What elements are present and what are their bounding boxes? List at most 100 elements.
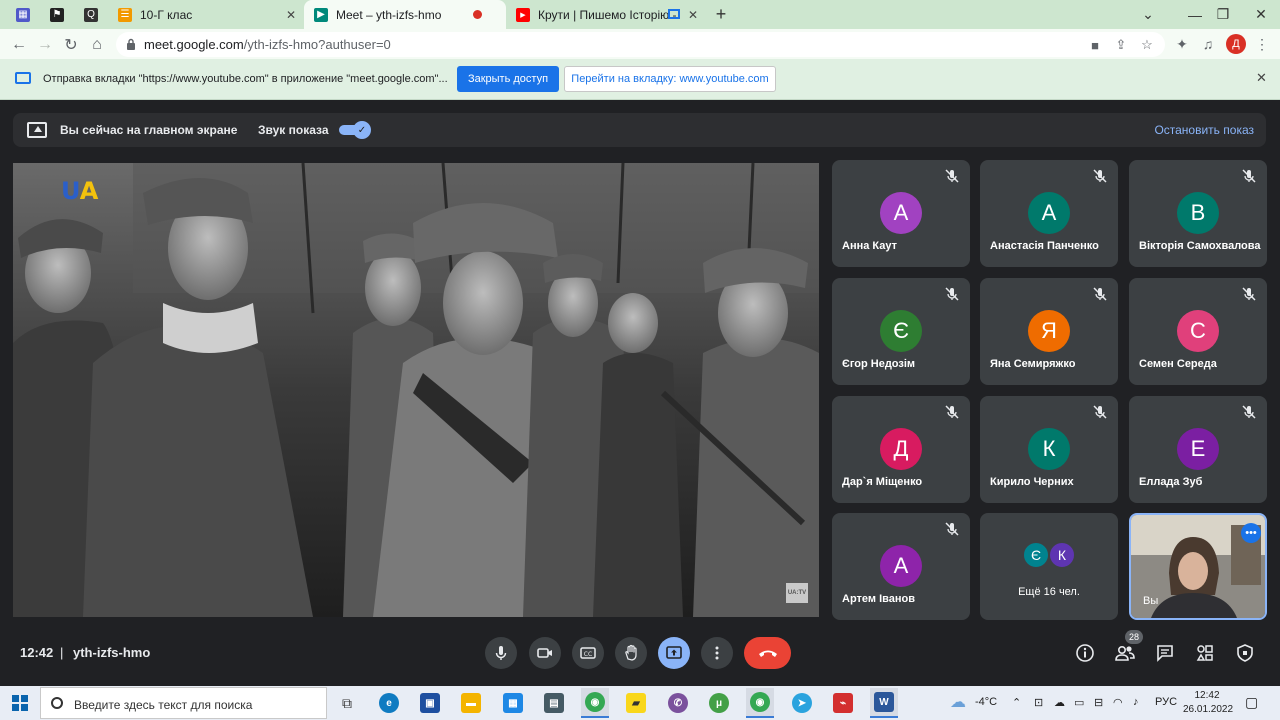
task-view-button[interactable]: ⧉: [333, 688, 361, 718]
leave-call-button[interactable]: [744, 637, 791, 669]
participant-name: Яна Семиряжко: [990, 358, 1076, 370]
tab-ms-teams[interactable]: ▦: [6, 0, 40, 29]
taskbar-file-explorer[interactable]: ▬: [457, 688, 485, 718]
avatar: С: [1177, 310, 1219, 352]
word-icon: W: [874, 692, 894, 712]
extensions-icon[interactable]: ✦: [1172, 34, 1192, 54]
participant-tile[interactable]: В Вікторія Самохвалова: [1129, 160, 1267, 267]
mic-off-icon: [1242, 287, 1256, 301]
taskbar-acrobat[interactable]: ⌁: [829, 688, 857, 718]
participant-tile[interactable]: Є Єгор Недозім: [832, 278, 970, 385]
switch-to-tab-button[interactable]: Перейти на вкладку: www.youtube.com: [564, 66, 776, 92]
participant-tile[interactable]: К Кирило Черних: [980, 396, 1118, 503]
taskbar-clock[interactable]: 12:42 26.01.2022: [1183, 689, 1233, 717]
bookmark-star-icon[interactable]: ☆: [1138, 36, 1156, 54]
participant-tile[interactable]: Я Яна Семиряжко: [980, 278, 1118, 385]
onedrive-icon[interactable]: ☁: [1054, 696, 1065, 709]
present-button[interactable]: [658, 637, 690, 669]
home-button[interactable]: ⌂: [86, 34, 108, 56]
profile-avatar[interactable]: Д: [1226, 34, 1246, 54]
weather-icon[interactable]: ☁: [950, 692, 966, 712]
mic-off-icon: [945, 287, 959, 301]
maximize-button[interactable]: ❐: [1203, 0, 1243, 29]
back-button[interactable]: ←: [8, 34, 30, 56]
tab-youtube[interactable]: ▶ Крути | Пишемо Історію - Y ✕: [506, 0, 706, 29]
present-screen-icon: [666, 646, 682, 659]
participant-tile[interactable]: Е Еллада Зуб: [1129, 396, 1267, 503]
taskbar-edge[interactable]: e: [375, 688, 403, 718]
check-icon: ✓: [353, 121, 371, 139]
uatv-watermark: UA:TV: [786, 583, 808, 603]
stop-presenting-link[interactable]: Остановить показ: [1154, 123, 1254, 137]
tab-flag[interactable]: ⚑: [40, 0, 74, 29]
more-options-button[interactable]: [701, 637, 733, 669]
tray-app2-icon[interactable]: ▭: [1074, 696, 1084, 709]
taskbar-torrent[interactable]: μ: [705, 688, 733, 718]
close-icon[interactable]: ✕: [688, 8, 698, 22]
taskbar-telegram[interactable]: ➤: [788, 688, 816, 718]
window-close-button[interactable]: ✕: [1241, 0, 1280, 29]
menu-kebab-icon[interactable]: ⋮: [1252, 34, 1272, 54]
network-icon[interactable]: ⊟: [1094, 696, 1103, 709]
chat-button[interactable]: [1153, 641, 1177, 665]
people-button[interactable]: [1113, 641, 1137, 665]
flag-icon: ⚑: [50, 7, 64, 22]
self-video-tile[interactable]: ••• Вы: [1129, 513, 1267, 620]
forward-button[interactable]: →: [34, 34, 56, 56]
taskbar-save-app[interactable]: ▣: [416, 688, 444, 718]
more-options-icon[interactable]: •••: [1241, 523, 1261, 543]
raise-hand-button[interactable]: [615, 637, 647, 669]
ua-channel-logo: UA: [61, 177, 98, 205]
participant-name: Анна Каут: [842, 240, 898, 252]
chrome-profile-icon: ◉: [750, 692, 770, 712]
close-icon[interactable]: ✕: [286, 8, 296, 22]
new-tab-button[interactable]: +: [701, 0, 741, 29]
keyboard-language[interactable]: РУС: [1155, 696, 1177, 708]
recording-dot-icon: [473, 10, 482, 19]
reload-button[interactable]: ↻: [60, 34, 82, 56]
tab-classroom[interactable]: ☰ 10-Г клас ✕: [108, 0, 304, 29]
taskbar-chrome[interactable]: ◉: [581, 688, 609, 718]
taskbar-viber[interactable]: ✆: [664, 688, 692, 718]
participant-tile[interactable]: С Семен Середа: [1129, 278, 1267, 385]
taskbar-search-box[interactable]: Введите здесь текст для поиска: [40, 687, 327, 719]
media-control-icon[interactable]: ♫: [1198, 34, 1218, 54]
mic-button[interactable]: [485, 637, 517, 669]
calendar-app-icon: ▦: [503, 693, 523, 713]
camera-permission-icon[interactable]: ■: [1086, 36, 1104, 54]
captions-button[interactable]: CC: [572, 637, 604, 669]
avatar: Е: [1177, 428, 1219, 470]
stop-sharing-button[interactable]: Закрыть доступ: [457, 66, 559, 92]
taskbar-calculator[interactable]: ▤: [540, 688, 568, 718]
participant-tile[interactable]: Д Дар`я Міщенко: [832, 396, 970, 503]
notifications-icon[interactable]: ▢: [1245, 694, 1258, 711]
activities-icon: [1196, 645, 1213, 661]
tab-meet[interactable]: ▶ Meet – yth-izfs-hmo: [304, 0, 506, 29]
taskbar-calendar[interactable]: ▦: [499, 688, 527, 718]
tray-app-icon[interactable]: ⊡: [1034, 696, 1043, 709]
meeting-details-button[interactable]: [1073, 641, 1097, 665]
weather-temp[interactable]: -4°C: [975, 696, 997, 708]
taskbar-chrome-profile[interactable]: ◉: [746, 688, 774, 718]
windows-start-icon[interactable]: [12, 695, 28, 711]
participant-name: Еллада Зуб: [1139, 476, 1203, 488]
taskbar-word[interactable]: W: [870, 688, 898, 718]
tab-q-app[interactable]: Q: [74, 0, 108, 29]
share-audio-toggle[interactable]: ✓: [339, 121, 371, 139]
camera-button[interactable]: [529, 637, 561, 669]
volume-icon[interactable]: ♪: [1133, 696, 1139, 708]
tab-search-icon[interactable]: ⌄: [1128, 0, 1168, 29]
host-controls-button[interactable]: [1233, 641, 1257, 665]
taskbar-sticky-notes[interactable]: ▰: [622, 688, 650, 718]
share-icon[interactable]: ⇪: [1112, 36, 1130, 54]
tray-chevron-icon[interactable]: ⌃: [1012, 696, 1021, 709]
mic-icon: [495, 646, 507, 660]
participant-tile[interactable]: А Анастасія Панченко: [980, 160, 1118, 267]
participant-tile[interactable]: А Артем Іванов: [832, 513, 970, 620]
activities-button[interactable]: [1193, 641, 1217, 665]
participant-tile[interactable]: А Анна Каут: [832, 160, 970, 267]
more-participants-tile[interactable]: Є К Ещё 16 чел.: [980, 513, 1118, 620]
wifi-icon[interactable]: ◠: [1113, 696, 1123, 709]
address-bar[interactable]: meet.google.com/yth-izfs-hmo?authuser=0 …: [116, 32, 1165, 57]
infobar-close-icon[interactable]: ✕: [1256, 70, 1267, 86]
